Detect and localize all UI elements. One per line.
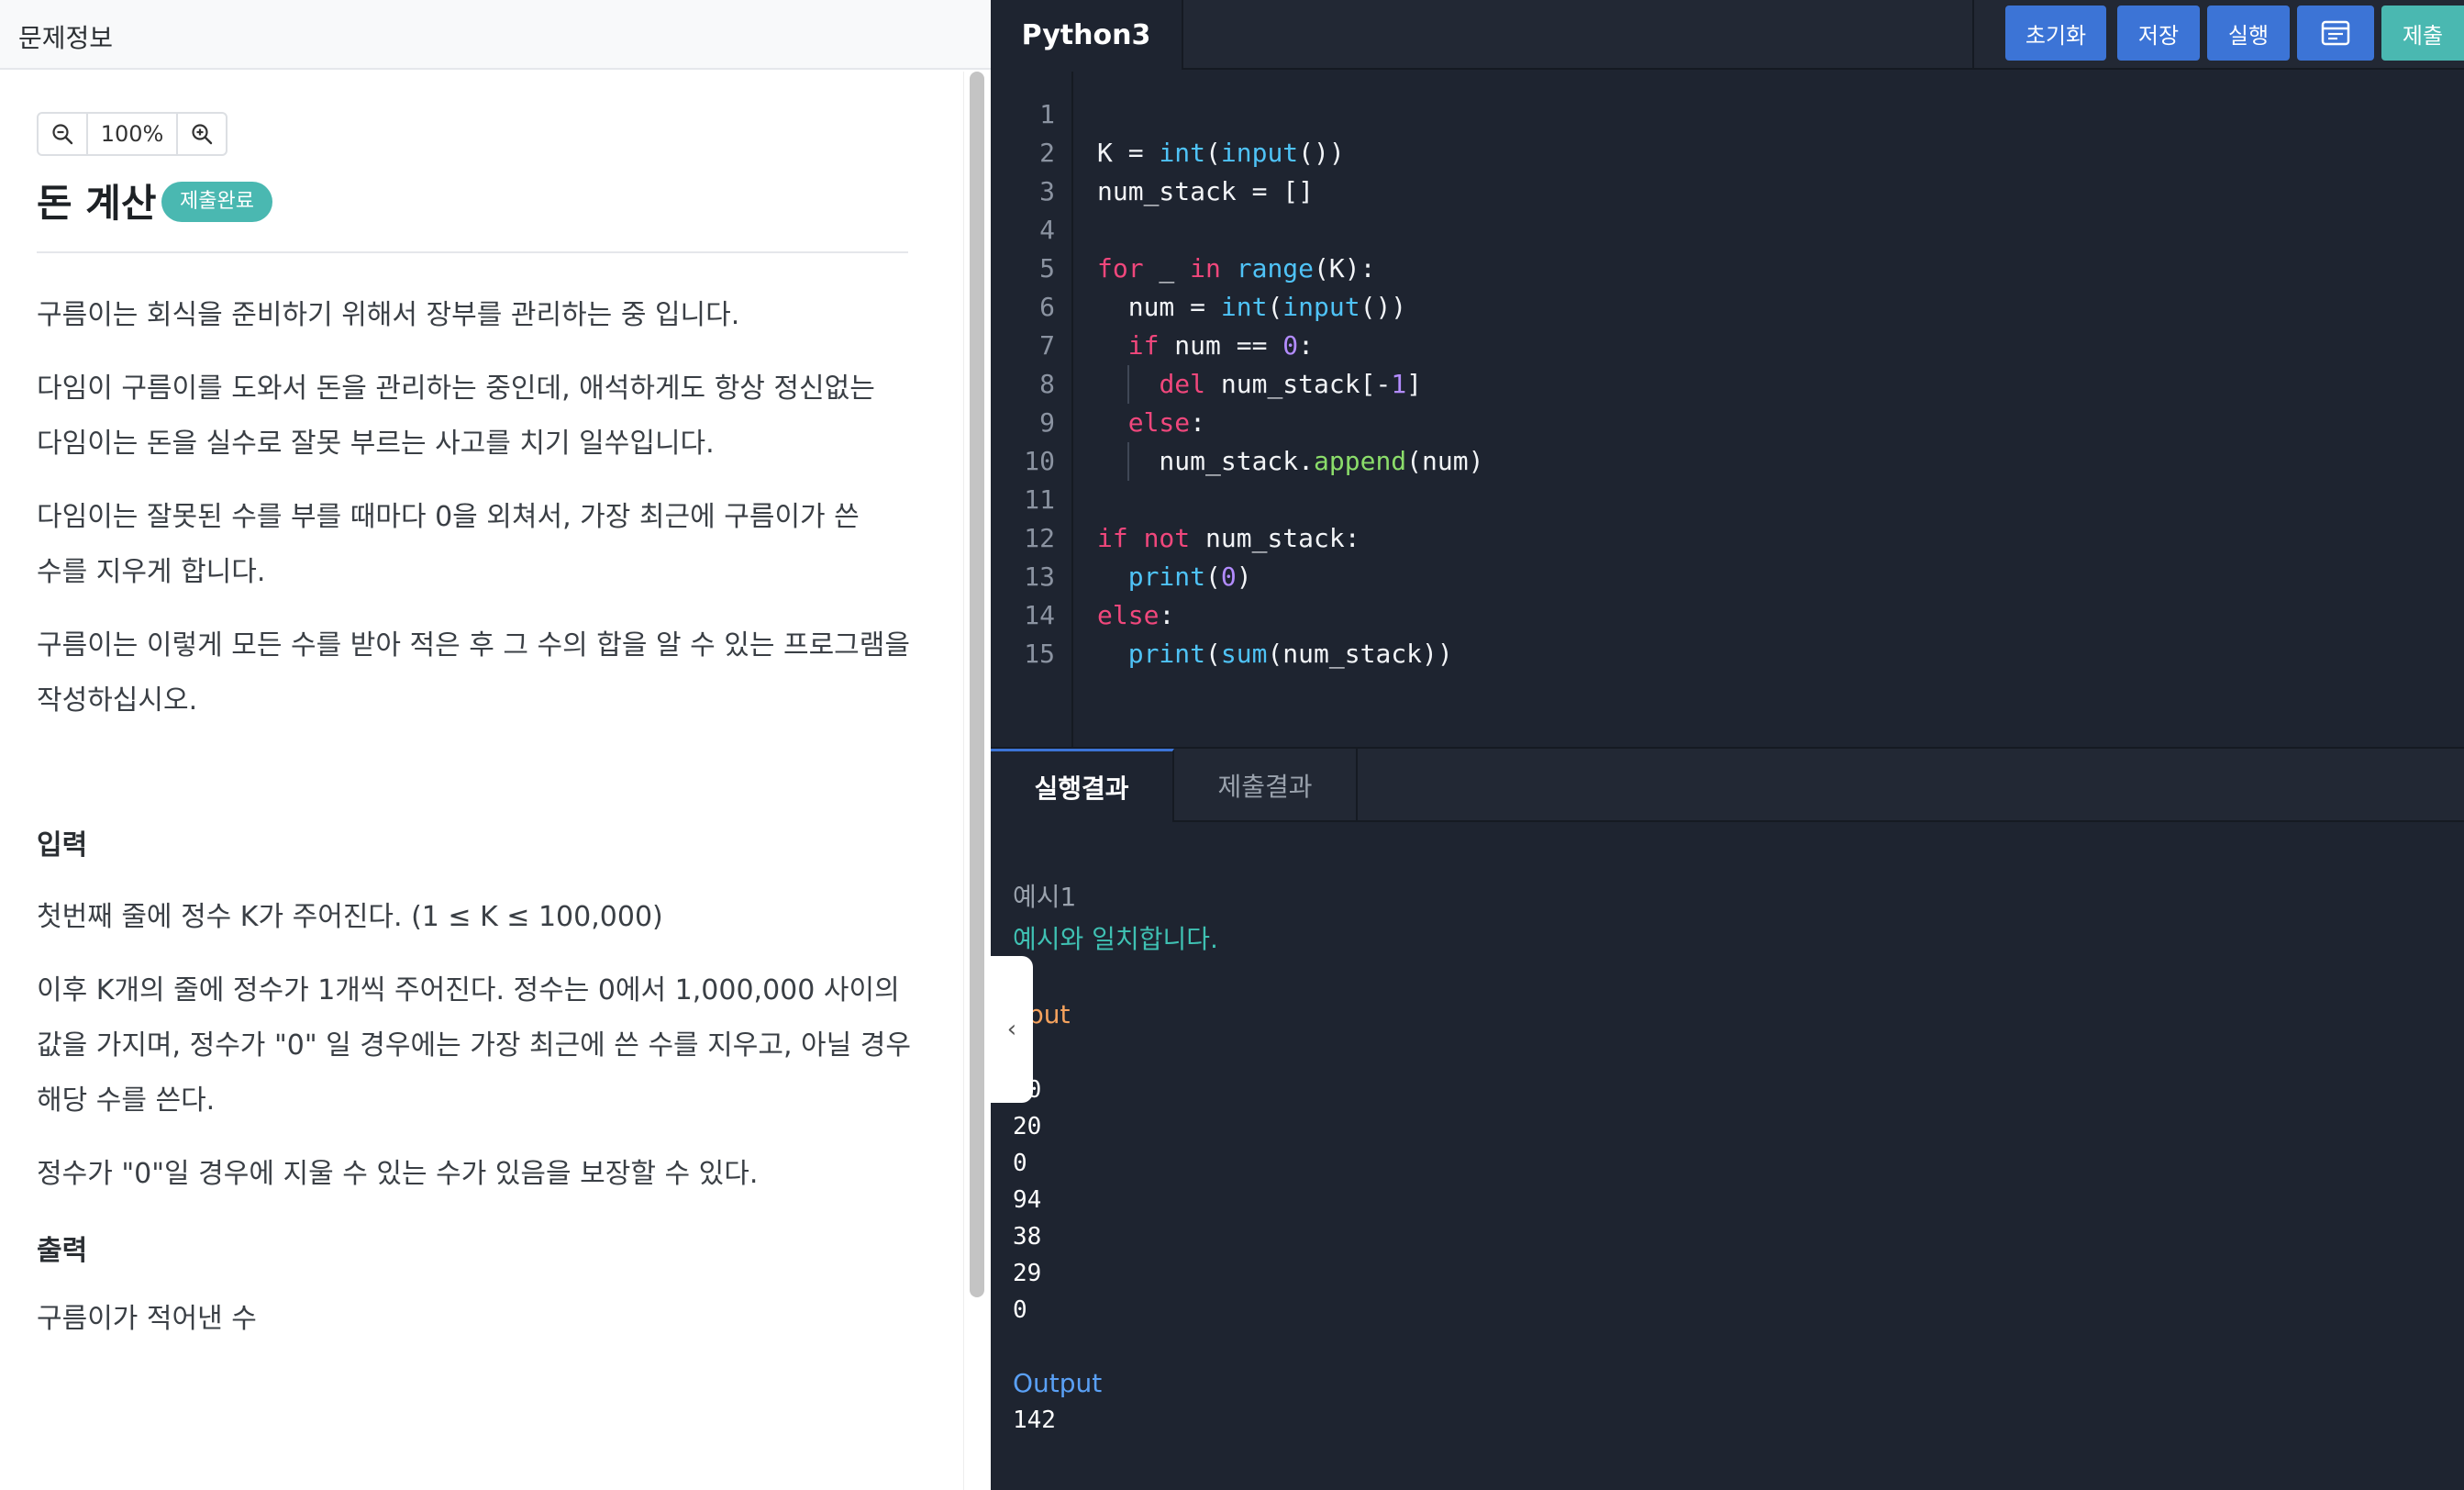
editor-panel: Python3 초기화 저장 실행 제출 1 2 3 4 5 6 7 8 9 1… [991,0,2464,1490]
description-paragraph: 구름이는 이렇게 모든 수를 받아 적은 후 그 수의 합을 알 수 있는 프로… [37,618,917,728]
code-line: print(sum(num_stack)) [1127,639,1453,669]
zoom-level: 100% [86,114,178,154]
output-paragraph: 구름이가 적어낸 수 [37,1292,917,1347]
input-paragraph: 정수가 "0"일 경우에 지울 수 있는 수가 있음을 보장할 수 있다. [37,1147,917,1202]
result-tabs: 실행결과 제출결과 [991,747,2464,822]
input-value: 38 [1013,1223,1042,1251]
title-divider [37,251,908,253]
input-line: 첫번째 줄에 정수 K가 주어진다. (1 ≤ K ≤ 100,000) [37,901,663,933]
line-number: 1 [1039,99,1055,129]
code-line: if num == 0: [1127,330,1315,361]
zoom-in-icon [192,124,213,145]
input-value: 94 [1013,1186,1042,1214]
scrollbar-thumb[interactable] [970,72,984,1297]
save-button[interactable]: 저장 [2117,6,2200,61]
output-value: 142 [1013,1407,1056,1434]
description-line: 다임이는 잘못된 수를 부를 때마다 0을 외쳐서, 가장 최근에 구름이가 쓴 [37,501,860,533]
line-number: 13 [1024,562,1055,592]
description-line: 구름이는 회식을 준비하기 위해서 장부를 관리하는 중 입니다. [37,299,740,331]
code-line: del num_stack[-1] [1159,369,1423,399]
input-line: 값을 가지며, 정수가 "0" 일 경우에는 가장 최근에 쓴 수를 지우고, … [37,1029,911,1062]
code-line: num_stack = [] [1097,176,1315,206]
problem-panel: 문제정보 100% 돈 계산 제출완료 구름이는 회식을 준비하기 위해서 장부… [0,0,991,1490]
example-label: 예시1 [1013,882,1077,912]
problem-panel-header: 문제정보 [0,0,991,70]
code-line: if not num_stack: [1097,523,1360,553]
input-heading: 입력 [37,829,88,862]
line-number: 11 [1024,484,1055,515]
zoom-out-button[interactable] [39,114,86,154]
line-number: 8 [1039,369,1055,399]
zoom-control: 100% [37,112,228,156]
input-paragraph: 이후 K개의 줄에 정수가 1개씩 주어진다. 정수는 0에서 1,000,00… [37,963,917,1129]
collapse-panel-button[interactable]: ‹ [991,956,1033,1103]
layout-button[interactable] [2297,6,2374,61]
submit-button[interactable]: 제출 [2381,6,2464,61]
line-number: 9 [1039,407,1055,438]
line-number: 6 [1039,292,1055,322]
output-line: 구름이가 적어낸 수 [37,1303,257,1335]
code-line: for _ in range(K): [1097,253,1376,284]
code-line: num = int(input()) [1097,292,1407,322]
line-number: 12 [1024,523,1055,553]
input-line: 이후 K개의 줄에 정수가 1개씩 주어진다. 정수는 0에서 1,000,00… [37,974,900,1006]
chevron-left-icon: ‹ [1006,1016,1017,1043]
toolbar-divider [1972,0,1974,70]
editor-toolbar: Python3 초기화 저장 실행 제출 [991,0,2464,70]
input-value: 0 [1013,1150,1027,1177]
code-line: print(0) [1127,562,1252,592]
line-number: 2 [1039,138,1055,168]
tab-run-result[interactable]: 실행결과 [991,749,1174,822]
line-number: 7 [1039,330,1055,361]
language-tab[interactable]: Python3 [991,0,1183,70]
code-line: num_stack.append(num) [1097,446,1484,476]
tab-submit-result[interactable]: 제출결과 [1174,749,1358,822]
code-line: else: [1127,407,1206,438]
status-badge: 제출완료 [161,182,272,222]
input-line: 정수가 "0"일 경우에 지울 수 있는 수가 있음을 보장할 수 있다. [37,1158,759,1190]
line-number: 4 [1039,215,1055,245]
panel-title: 문제정보 [18,23,114,53]
line-number: 14 [1024,600,1055,630]
description-line: 수를 지우게 합니다. [37,556,266,588]
description-line: 다임이는 돈을 실수로 잘못 부르는 사고를 치기 일쑤입니다. [37,428,715,460]
description-paragraph: 다임이 구름이를 도와서 돈을 관리하는 중인데, 애석하게도 항상 정신없는 … [37,361,917,472]
code-line: K = int(input()) [1097,138,1345,168]
layout-icon [2321,20,2350,46]
problem-title: 돈 계산 [37,181,157,226]
problem-content[interactable]: 100% 돈 계산 제출완료 구름이는 회식을 준비하기 위해서 장부를 관리하… [0,72,963,1490]
description-line: 다임이 구름이를 도와서 돈을 관리하는 중인데, 애석하게도 항상 정신없는 [37,372,875,405]
input-label: put [1027,999,1071,1029]
code-line: else: [1097,600,1175,630]
match-message: 예시와 일치합니다. [1013,924,1218,954]
line-number-gutter: 1 2 3 4 5 6 7 8 9 10 11 12 13 14 15 [991,72,1073,747]
description-paragraph: 구름이는 회식을 준비하기 위해서 장부를 관리하는 중 입니다. [37,288,917,343]
line-number: 10 [1024,446,1055,476]
line-number: 3 [1039,176,1055,206]
zoom-out-icon [52,124,73,145]
description-line: 작성하십시오. [37,684,198,717]
description-line: 구름이는 이렇게 모든 수를 받아 적은 후 그 수의 합을 알 수 있는 프로… [37,629,910,662]
reset-button[interactable]: 초기화 [2005,6,2106,61]
result-output[interactable]: 예시1 예시와 일치합니다. put 10 20 0 94 38 29 0 Ou… [991,822,2464,1490]
input-line: 해당 수를 쓴다. [37,1084,216,1117]
input-paragraph: 첫번째 줄에 정수 K가 주어진다. (1 ≤ K ≤ 100,000) [37,890,917,945]
input-value: 29 [1013,1260,1042,1287]
input-value: 0 [1013,1296,1027,1324]
input-value: 20 [1013,1113,1042,1140]
code-editor[interactable]: 1 2 3 4 5 6 7 8 9 10 11 12 13 14 15 K = … [991,72,2464,747]
line-number: 15 [1024,639,1055,669]
line-number: 5 [1039,253,1055,284]
output-label: Output [1013,1368,1103,1398]
description-paragraph: 다임이는 잘못된 수를 부를 때마다 0을 외쳐서, 가장 최근에 구름이가 쓴… [37,490,917,600]
run-button[interactable]: 실행 [2207,6,2290,61]
zoom-in-button[interactable] [178,114,226,154]
output-heading: 출력 [37,1235,88,1267]
